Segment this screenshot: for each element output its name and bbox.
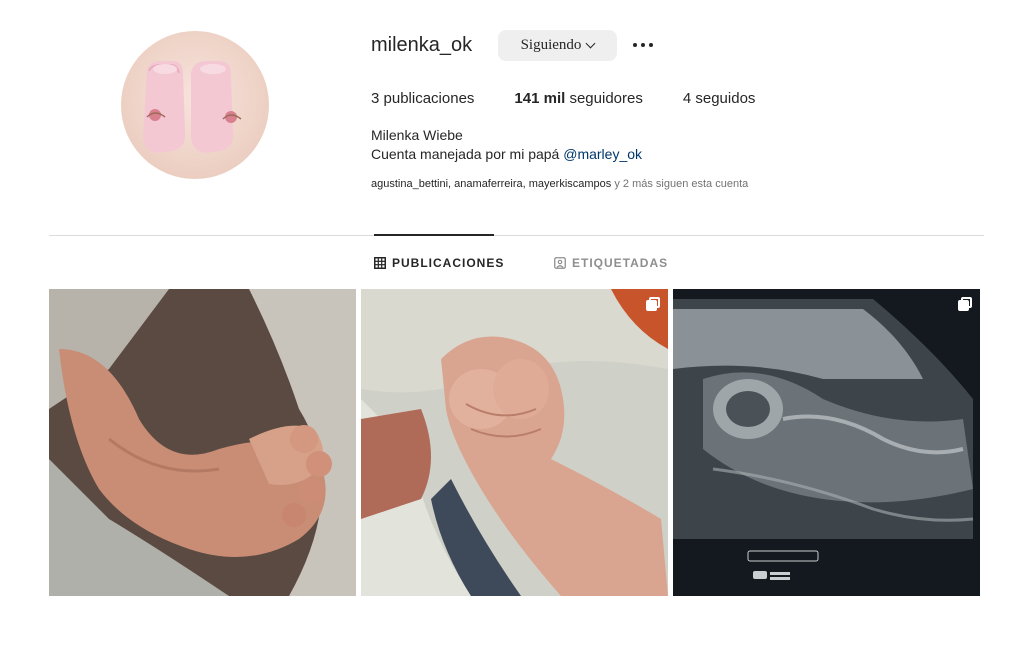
baby-hand-image [361,289,668,596]
followers-label: seguidores [569,90,643,107]
followed-by-names: agustina_bettini, anamaferreira, mayerki… [371,178,612,190]
ultrasound-image [673,289,980,596]
following-stat[interactable]: 4 seguidos [683,90,756,107]
post-baby-hand[interactable] [361,289,668,596]
tab-publicaciones-label: PUBLICACIONES [392,256,505,270]
profile-bio: Cuenta manejada por mi papá @marley_ok [371,146,642,162]
posts-count: 3 [371,90,380,107]
tagged-icon [554,257,566,269]
baby-feet-image [49,289,356,596]
followers-stat[interactable]: 141 mil seguidores [514,90,642,107]
active-tab-indicator [374,234,494,236]
followed-by[interactable]: agustina_bettini, anamaferreira, mayerki… [371,178,748,190]
more-options-button[interactable] [628,34,658,56]
profile-full-name: Milenka Wiebe [371,127,463,143]
post-baby-feet[interactable] [49,289,356,596]
multiple-photos-icon [646,297,660,311]
profile-avatar[interactable] [121,31,269,179]
posts-label: publicaciones [383,90,475,107]
grid-icon [374,257,386,269]
following-button-label: Siguiendo [520,37,582,53]
multiple-photos-icon [958,297,972,311]
profile-username: milenka_ok [371,34,473,56]
tab-etiquetadas-label: ETIQUETADAS [572,256,669,270]
following-label: seguidos [695,90,756,107]
profile-stats: 3 publicaciones 141 mil seguidores 4 seg… [371,90,795,107]
chevron-down-icon [585,38,596,49]
tabs-divider [49,235,984,236]
following-count: 4 [682,90,692,107]
tab-publicaciones[interactable]: PUBLICACIONES [374,256,504,270]
tab-etiquetadas[interactable]: ETIQUETADAS [554,256,668,270]
following-button[interactable]: Siguiendo [498,30,617,61]
bio-text: Cuenta manejada por mi papá [371,146,564,162]
bio-mention-link[interactable]: @marley_ok [563,146,642,162]
followers-count: 141 mil [514,90,566,107]
more-dots-icon [633,43,637,47]
posts-stat: 3 publicaciones [371,90,474,107]
baby-shoes-image [143,61,242,153]
post-ultrasound[interactable] [673,289,980,596]
followed-by-suffix: y 2 más siguen esta cuenta [611,178,749,190]
